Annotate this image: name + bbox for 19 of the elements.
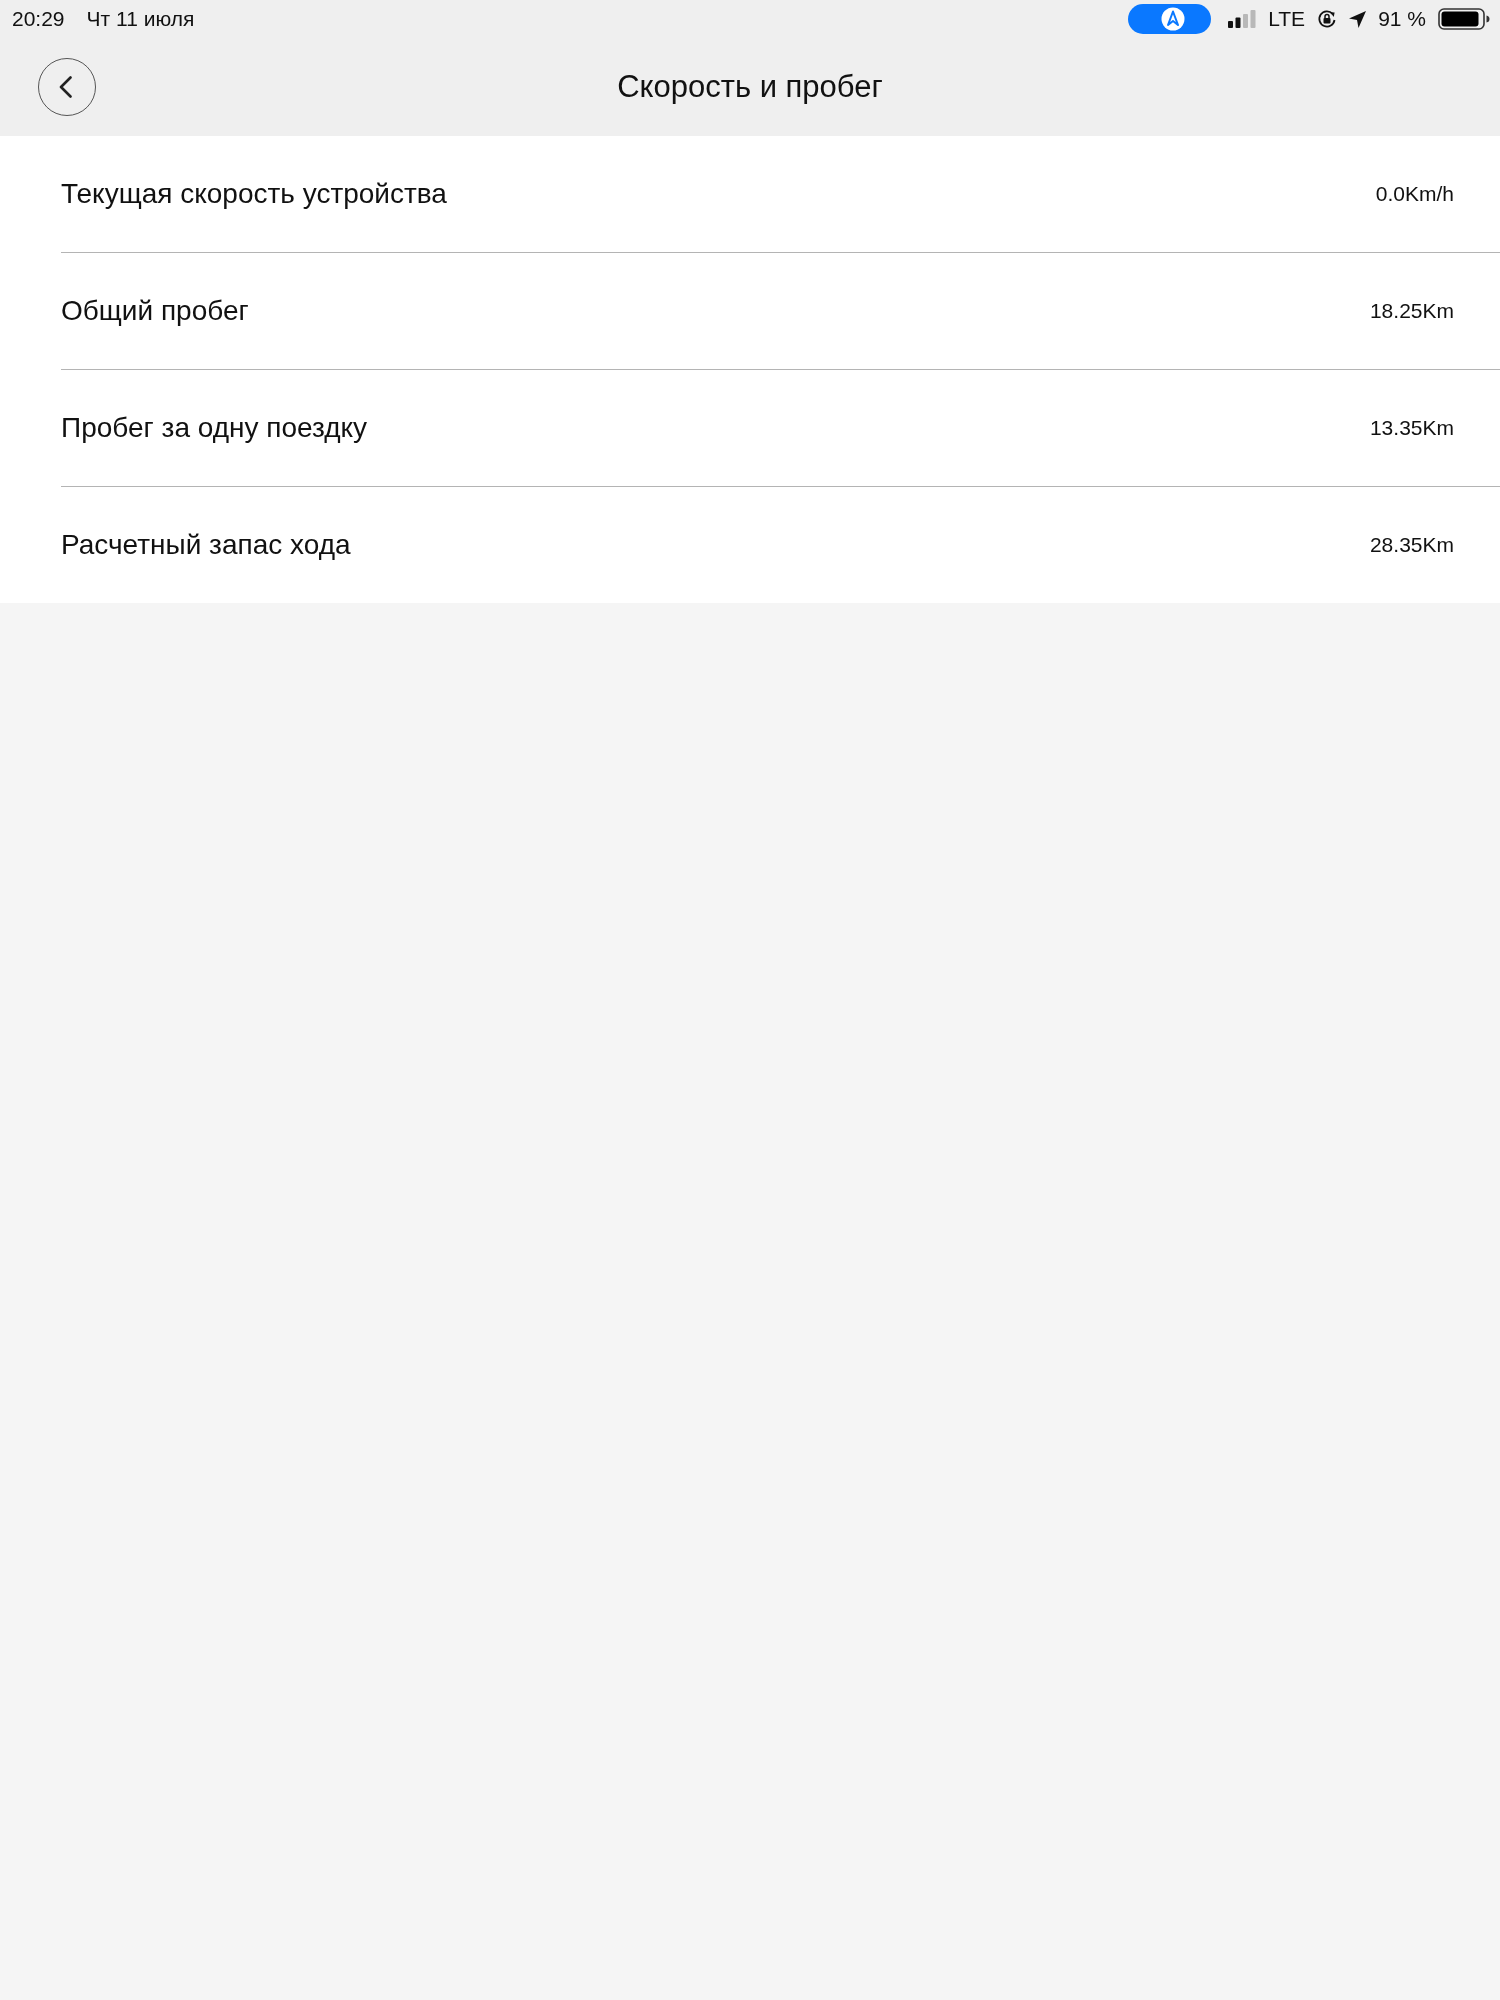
battery-icon: [1438, 8, 1490, 30]
row-value: 18.25Km: [1369, 298, 1454, 324]
row-label: Общий пробег: [61, 294, 249, 328]
battery-percent: 91 %: [1378, 7, 1426, 31]
status-date: Чт 11 июля: [86, 7, 195, 31]
rotation-lock-icon: [1317, 9, 1338, 29]
row-label: Пробег за одну поездку: [61, 411, 368, 445]
status-time: 20:29: [12, 7, 65, 31]
navigation-indicator-icon: [1128, 4, 1212, 34]
row-value: 28.35Km: [1369, 532, 1454, 558]
row-value: 13.35Km: [1369, 415, 1454, 441]
row-value: 0.0Km/h: [1375, 181, 1454, 207]
network-label: LTE: [1268, 7, 1306, 31]
row-label: Расчетный запас хода: [61, 528, 351, 562]
row-label: Текущая скорость устройства: [61, 177, 447, 211]
location-arrow-icon: [1349, 10, 1367, 28]
page-title: Скорость и пробег: [617, 69, 883, 105]
signal-icon: [1228, 10, 1257, 28]
chevron-left-icon: [58, 76, 72, 98]
